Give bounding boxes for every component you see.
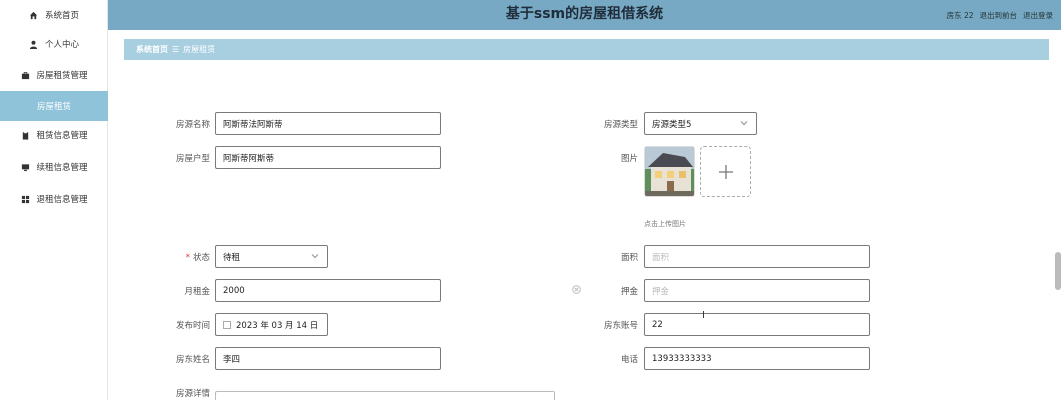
uploaded-house-image[interactable]: [644, 146, 695, 197]
monthly-rent-input[interactable]: 2000: [215, 279, 441, 302]
header-user-area: 房东 22 退出到前台 退出登录: [947, 0, 1053, 30]
breadcrumb-current: 房屋租赁: [183, 45, 216, 54]
publish-date-value: 2023 年 03 月 14 日: [236, 320, 319, 331]
deposit-label: 押金: [620, 287, 638, 297]
briefcase-icon: [20, 70, 30, 80]
sidebar-item-label: 个人中心: [44, 40, 79, 50]
breadcrumb-separator-icon: ☰: [172, 45, 180, 54]
clipboard-icon: [20, 130, 30, 140]
landlord-name-input[interactable]: 李四: [215, 347, 441, 370]
upload-add-button[interactable]: [700, 146, 751, 197]
house-layout-input[interactable]: 阿斯蒂阿斯蒂: [215, 146, 441, 169]
image-label: 图片: [620, 154, 638, 164]
app-title: 基于ssm的房屋租借系统: [505, 6, 664, 22]
sidebar: 系统首页 个人中心 房屋租赁管理 房屋租赁 租赁信息管理 续租信息管理 退租信息…: [0, 0, 108, 400]
home-icon: [29, 10, 39, 20]
landlord-name-label: 房东姓名: [175, 355, 210, 365]
house-name-label: 房源名称: [175, 120, 210, 130]
grid-icon: [20, 194, 30, 204]
chevron-down-icon: [311, 252, 319, 260]
landlord-account-input[interactable]: 22: [644, 313, 870, 336]
sidebar-item-label: 退租信息管理: [36, 195, 88, 205]
area-label: 面积: [620, 253, 638, 263]
to-front-link[interactable]: 退出到前台: [980, 10, 1018, 21]
house-type-label: 房源类型: [603, 120, 638, 130]
calendar-icon: [223, 320, 231, 329]
text-cursor-icon: I: [702, 310, 705, 321]
scrollbar-thumb[interactable]: [1055, 252, 1061, 290]
logout-link[interactable]: 退出登录: [1023, 10, 1053, 21]
sidebar-item-label: 系统首页: [44, 11, 79, 21]
sidebar-item-checkout-info[interactable]: 退租信息管理: [0, 184, 108, 214]
upload-hint: 点击上传图片: [644, 220, 686, 228]
plus-icon: [718, 164, 733, 179]
sidebar-item-lease-info[interactable]: 租赁信息管理: [0, 120, 108, 150]
landlord-account-label: 房东账号: [603, 321, 638, 331]
user-icon: [29, 39, 39, 49]
status-label: * 状态: [185, 253, 210, 263]
current-user: 房东 22: [946, 10, 974, 20]
status-select[interactable]: 待租: [215, 245, 328, 268]
status-value: 待租: [223, 252, 241, 263]
breadcrumb: 系统首页 ☰ 房屋租赁: [124, 39, 1049, 60]
deposit-input[interactable]: 押金: [644, 279, 870, 302]
breadcrumb-home[interactable]: 系统首页: [136, 44, 168, 55]
sidebar-item-profile[interactable]: 个人中心: [0, 29, 108, 59]
sidebar-item-label: 续租信息管理: [36, 163, 88, 173]
top-header: 基于ssm的房屋租借系统 房东 22 退出到前台 退出登录: [108, 0, 1061, 30]
sidebar-item-renewal-info[interactable]: 续租信息管理: [0, 152, 108, 182]
sidebar-item-home[interactable]: 系统首页: [0, 0, 108, 30]
house-layout-label: 房屋户型: [175, 154, 210, 164]
house-type-value: 房源类型5: [652, 119, 692, 130]
monthly-rent-label: 月租金: [184, 287, 210, 297]
detail-editor[interactable]: [215, 391, 555, 400]
phone-input[interactable]: 13933333333: [644, 347, 870, 370]
phone-label: 电话: [620, 355, 638, 365]
house-name-input[interactable]: 阿斯蒂法阿斯蒂: [215, 112, 441, 135]
monitor-icon: [20, 162, 30, 172]
sidebar-item-label: 租赁信息管理: [36, 131, 88, 141]
chevron-down-icon: [740, 119, 748, 127]
area-input[interactable]: 面积: [644, 245, 870, 268]
sidebar-item-label: 房屋租赁: [36, 102, 71, 112]
sidebar-item-label: 房屋租赁管理: [36, 71, 88, 81]
publish-date-label: 发布时间: [175, 321, 210, 331]
publish-date-picker[interactable]: 2023 年 03 月 14 日: [215, 313, 328, 336]
house-type-select[interactable]: 房源类型5: [644, 112, 757, 135]
sidebar-item-rental-management[interactable]: 房屋租赁管理: [0, 60, 108, 90]
sidebar-item-house-rental[interactable]: 房屋租赁: [0, 91, 108, 121]
detail-label: 房源详情: [175, 389, 210, 399]
